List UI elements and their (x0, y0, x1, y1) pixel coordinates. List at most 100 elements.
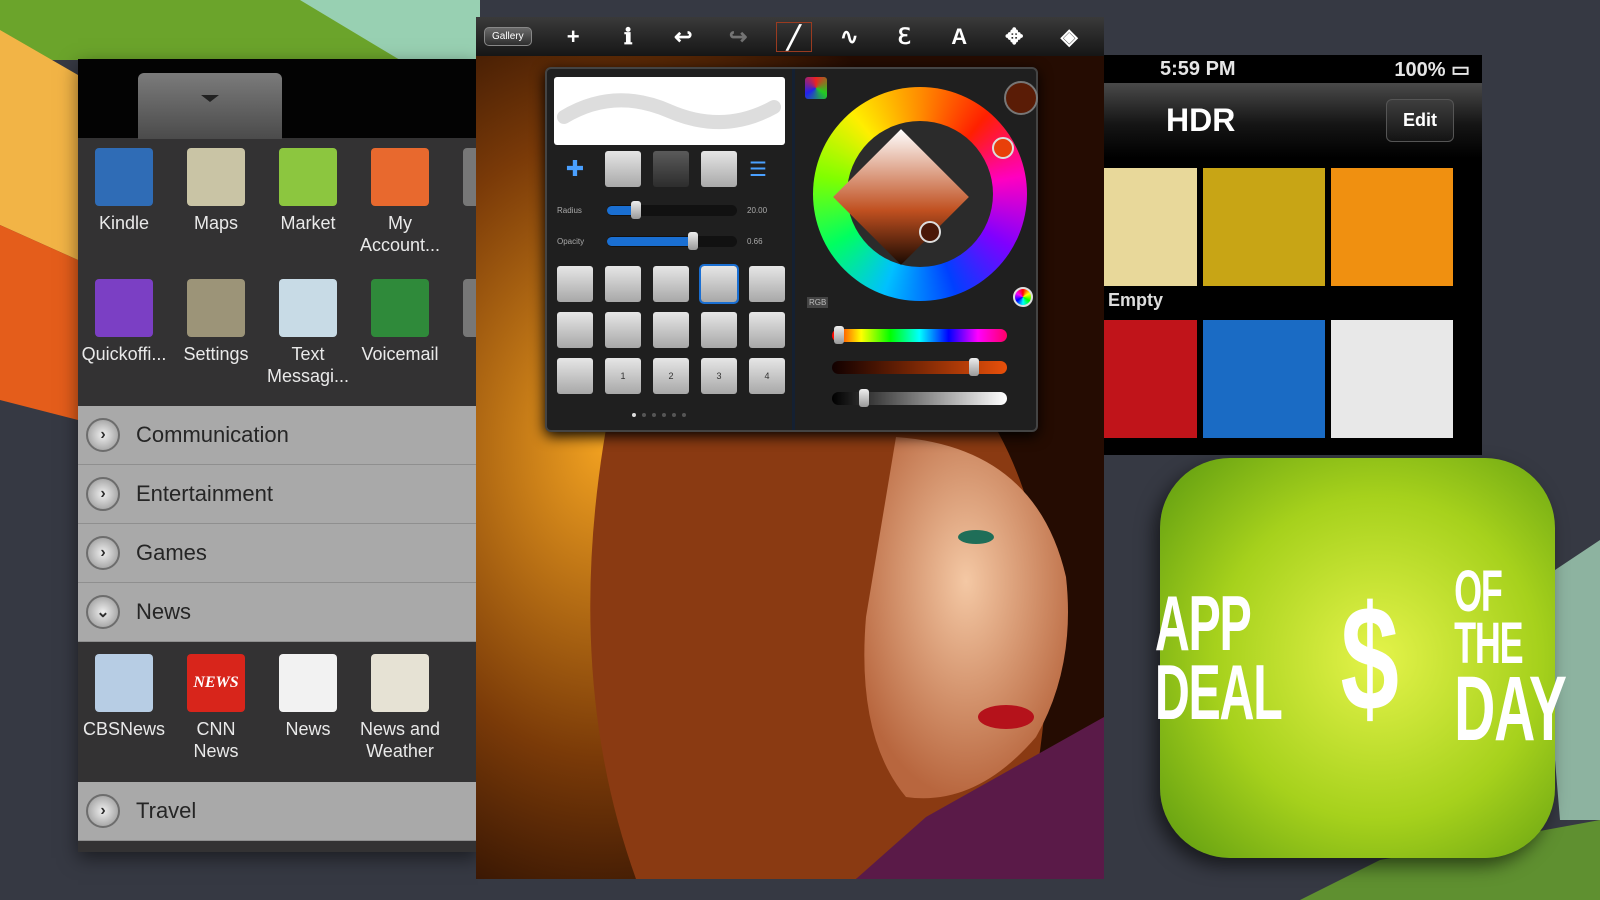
quickoffice-icon (95, 279, 153, 337)
add-brush-icon[interactable]: ✚ (557, 156, 593, 182)
text-icon[interactable]: A (932, 24, 987, 50)
redo-icon[interactable]: ↪ (711, 24, 766, 50)
drawer-toggle-tab[interactable] (138, 73, 282, 139)
add-icon[interactable]: + (546, 24, 601, 50)
category-news[interactable]: ⌄ News (78, 583, 478, 642)
move-icon[interactable]: ✥ (987, 24, 1042, 50)
category-entertainment[interactable]: › Entertainment (78, 465, 478, 524)
snowman-thumb[interactable] (1331, 320, 1453, 438)
info-icon[interactable]: ℹ (601, 24, 656, 50)
status-bar: 5:59 PM 100% ▭ (1104, 55, 1482, 83)
brush-tip-button[interactable]: 2 (653, 358, 689, 394)
brush-eraser-button[interactable] (605, 151, 641, 187)
app-kindle[interactable]: Kindle (78, 144, 170, 272)
app-label: My Account... (359, 213, 441, 255)
symmetry-icon[interactable]: ℇ (877, 24, 932, 50)
brightness-slider[interactable] (832, 389, 1007, 407)
brush-tip-button[interactable] (605, 266, 641, 302)
brush-tip-button[interactable] (701, 312, 737, 348)
app-my-account[interactable]: My Account... (354, 144, 446, 272)
app-quickoffice[interactable]: Quickoffi... (78, 275, 170, 403)
color-palette-icon[interactable] (805, 77, 827, 99)
radius-slider[interactable] (607, 201, 737, 219)
color-mode-toggle-icon[interactable] (1013, 287, 1033, 307)
hue-marker[interactable] (992, 137, 1014, 159)
app-maps[interactable]: Maps (170, 144, 262, 272)
chevron-down-icon: ⌄ (86, 595, 120, 629)
page-dot[interactable] (682, 413, 686, 417)
page-dot[interactable] (652, 413, 656, 417)
cnn-news-icon: NEWS (187, 654, 245, 712)
hue-slider[interactable] (832, 326, 1007, 344)
category-label: News (136, 599, 192, 624)
app-settings[interactable]: Settings (170, 275, 262, 403)
category-games[interactable]: › Games (78, 524, 478, 583)
text-messaging-icon (279, 279, 337, 337)
sunflowers-thumb[interactable] (1203, 168, 1325, 286)
app-market[interactable]: Market (262, 144, 354, 272)
brush-tip-button[interactable] (653, 312, 689, 348)
app-news-weather[interactable]: News and Weather (354, 650, 446, 778)
chevron-down-icon (201, 95, 219, 102)
sunset-thumb[interactable] (1331, 168, 1453, 286)
empty-folder-thumb[interactable] (1104, 168, 1197, 286)
brush-tip-button[interactable]: 4 (749, 358, 785, 394)
category-travel[interactable]: › Travel (78, 782, 478, 841)
app-partial[interactable]: P (446, 144, 478, 272)
brush-tip-button[interactable] (557, 312, 593, 348)
gallery-button[interactable]: Gallery (484, 27, 532, 46)
app-label: News and Weather (359, 719, 441, 761)
app-deal-of-the-day-badge: APP DEAL $ OF THE DAY (1155, 458, 1566, 858)
kindle-icon (95, 148, 153, 206)
beach-thumb[interactable] (1203, 320, 1325, 438)
brush-tip-button[interactable]: 3 (701, 358, 737, 394)
app-label: Maps (193, 213, 238, 233)
app-text-messaging[interactable]: Text Messagi... (262, 275, 354, 403)
battery-icon: ▭ (1451, 58, 1470, 81)
red-tree-thumb[interactable] (1104, 320, 1197, 438)
page-indicator (632, 413, 686, 417)
chevron-right-icon: › (86, 536, 120, 570)
page-dot[interactable] (672, 413, 676, 417)
undo-icon[interactable]: ↩ (656, 24, 711, 50)
app-newspaper[interactable]: News (262, 650, 354, 778)
color-mode-label[interactable]: RGB (807, 297, 829, 308)
opacity-slider[interactable] (607, 232, 737, 250)
nav-bar: HDR Edit (1104, 83, 1482, 158)
opacity-label: Opacity (557, 237, 585, 246)
radius-value: 20.00 (747, 206, 768, 215)
brush-tip-button[interactable] (557, 358, 593, 394)
app-cbs-eye[interactable]: CBSNews (78, 650, 170, 778)
app-label: P (448, 212, 478, 234)
brush-tip-button[interactable] (653, 266, 689, 302)
brush-tip-button[interactable] (605, 312, 641, 348)
brush-library-button[interactable] (701, 151, 737, 187)
app-label: CNN News (193, 719, 239, 761)
app-cnn-news[interactable]: NEWS CNN News (170, 650, 262, 778)
page-dot[interactable] (642, 413, 646, 417)
page-dot[interactable] (662, 413, 666, 417)
app-label: Kindle (98, 213, 150, 233)
maps-icon (187, 148, 245, 206)
layers-icon[interactable]: ◈ (1042, 24, 1097, 50)
curve-icon[interactable]: ∿ (822, 24, 877, 50)
app-partial[interactable]: Yo (446, 275, 478, 403)
brush-properties-icon[interactable]: ☰ (749, 157, 767, 182)
saturation-slider[interactable] (832, 358, 1007, 376)
brush-tip-button[interactable]: 1 (605, 358, 641, 394)
sv-marker[interactable] (919, 221, 941, 243)
chevron-right-icon: › (86, 477, 120, 511)
app-voicemail[interactable]: Voicemail (354, 275, 446, 403)
brush-tip-button[interactable] (557, 266, 593, 302)
brush-icon[interactable]: ╱ (775, 21, 812, 52)
edit-button[interactable]: Edit (1386, 99, 1454, 142)
brush-stamp-button[interactable] (653, 151, 689, 187)
brush-tip-button[interactable] (699, 264, 739, 304)
brush-tip-grid: 1234 (557, 264, 785, 394)
android-app-drawer: Kindle Maps Market My Account... P Quickoffi.… (78, 59, 478, 852)
brush-tip-button[interactable] (749, 266, 785, 302)
category-communication[interactable]: › Communication (78, 406, 478, 465)
brush-tip-button[interactable] (749, 312, 785, 348)
my-account-icon (371, 148, 429, 206)
page-dot[interactable] (632, 413, 636, 417)
